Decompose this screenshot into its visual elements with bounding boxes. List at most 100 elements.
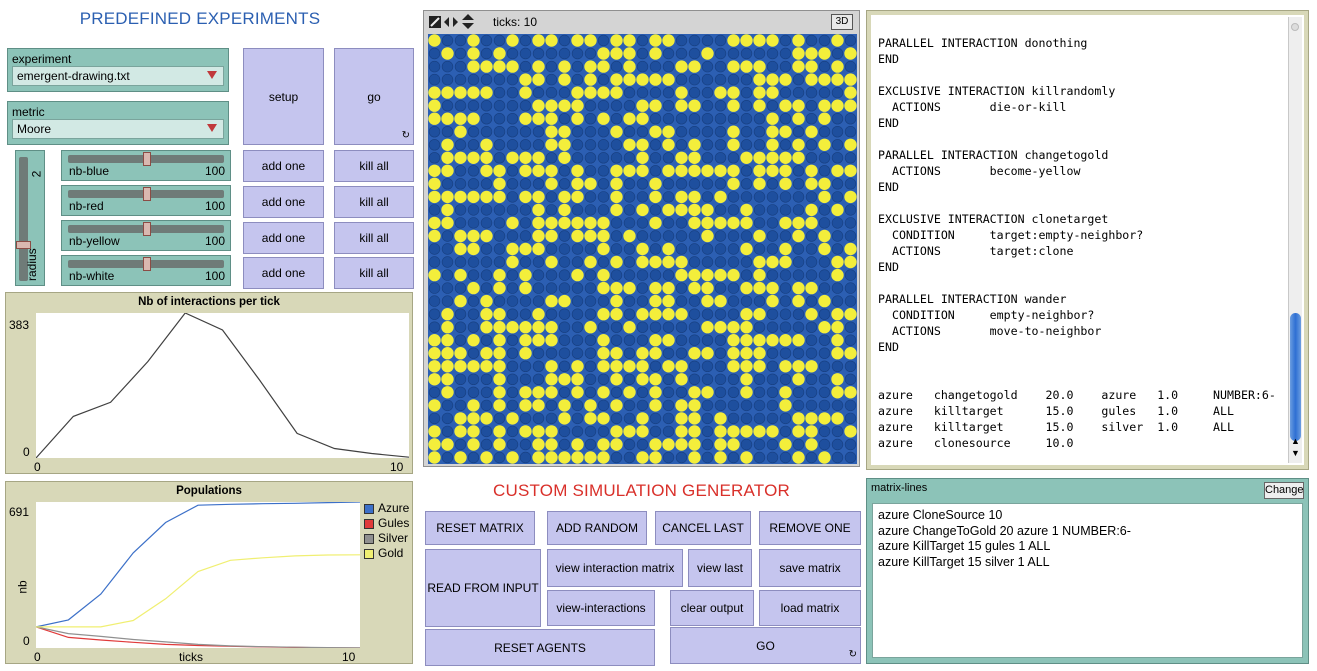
add-one-yellow-button[interactable]: add one <box>243 222 324 254</box>
vertical-arrows-icon[interactable] <box>462 14 474 29</box>
gold-agent <box>597 216 610 230</box>
azure-agent <box>740 191 753 203</box>
view-last-button[interactable]: view last <box>688 549 752 587</box>
gold-agent <box>558 151 571 164</box>
experiment-chooser[interactable]: experiment emergent-drawing.txt <box>7 48 229 92</box>
azure-agent <box>454 308 467 320</box>
gold-agent <box>597 60 610 73</box>
gold-agent <box>675 203 688 217</box>
gold-agent <box>584 177 597 190</box>
slider-nb-blue[interactable]: nb-blue 100 <box>61 150 231 181</box>
azure-agent <box>675 73 688 86</box>
slider-knob[interactable] <box>143 152 151 166</box>
gold-agent <box>623 164 636 177</box>
azure-agent <box>766 373 779 385</box>
add-one-red-button[interactable]: add one <box>243 186 324 218</box>
clear-output-button[interactable]: clear output <box>670 590 754 626</box>
3d-view-button[interactable]: 3D <box>831 14 853 30</box>
gold-agent <box>584 412 597 425</box>
metric-chooser[interactable]: metric Moore <box>7 101 229 145</box>
slider-knob[interactable] <box>143 257 151 271</box>
world-view: ticks: 10 3D <box>423 10 860 467</box>
azure-agent <box>584 191 597 203</box>
change-button[interactable]: Change <box>1264 482 1304 499</box>
gold-agent <box>480 138 493 151</box>
gold-agent <box>649 255 662 269</box>
azure-agent <box>701 438 714 451</box>
azure-agent <box>623 86 636 99</box>
setup-button[interactable]: setup <box>243 48 324 145</box>
gold-agent <box>688 138 701 151</box>
scroll-thumb[interactable] <box>1290 313 1301 441</box>
save-matrix-button[interactable]: save matrix <box>759 549 861 587</box>
gold-agent <box>480 164 493 177</box>
azure-agent <box>610 99 623 112</box>
gold-agent <box>584 451 597 464</box>
azure-agent <box>831 112 844 125</box>
azure-agent <box>714 125 727 138</box>
gold-agent <box>805 164 818 177</box>
gold-agent <box>545 99 558 112</box>
azure-agent <box>662 112 675 125</box>
azure-agent <box>766 412 779 425</box>
scroll-up-arrow-icon[interactable]: ▲ <box>1291 437 1300 446</box>
kill-all-yellow-button[interactable]: kill all <box>334 222 414 254</box>
gold-agent <box>753 60 766 73</box>
go-custom-button[interactable]: GO ↻ <box>670 627 861 664</box>
azure-agent <box>727 295 740 307</box>
kill-all-red-button[interactable]: kill all <box>334 186 414 218</box>
gold-agent <box>662 125 675 138</box>
output-area[interactable]: PARALLEL INTERACTION donothing END EXCLU… <box>871 15 1304 465</box>
view-interactions-button[interactable]: view-interactions <box>547 590 655 626</box>
azure-agent <box>480 125 493 138</box>
metric-chooser-value[interactable]: Moore <box>12 119 224 139</box>
gold-agent <box>467 412 480 425</box>
azure-agent <box>766 399 779 412</box>
kill-all-blue-button[interactable]: kill all <box>334 150 414 182</box>
go-button[interactable]: go ↻ <box>334 48 414 145</box>
slider-nb-red[interactable]: nb-red 100 <box>61 185 231 216</box>
gold-agent <box>493 281 506 295</box>
azure-agent <box>649 112 662 125</box>
azure-agent <box>584 243 597 255</box>
gold-agent <box>441 112 454 125</box>
add-random-button[interactable]: ADD RANDOM <box>547 511 647 545</box>
slider-knob[interactable] <box>143 222 151 236</box>
kill-all-white-button[interactable]: kill all <box>334 257 414 289</box>
azure-agent <box>662 99 675 112</box>
scroll-up-icon[interactable] <box>1291 23 1299 31</box>
azure-agent <box>545 152 558 164</box>
radius-slider-knob[interactable] <box>16 240 31 249</box>
gold-agent <box>480 412 493 425</box>
ticks-counter: ticks: 10 <box>493 15 538 29</box>
azure-agent <box>454 73 467 86</box>
azure-agent <box>727 256 740 268</box>
add-one-blue-button[interactable]: add one <box>243 150 324 182</box>
azure-agent <box>649 425 662 438</box>
reset-matrix-button[interactable]: RESET MATRIX <box>425 511 535 545</box>
view-interaction-matrix-button[interactable]: view interaction matrix <box>547 549 683 587</box>
load-matrix-button[interactable]: load matrix <box>759 590 861 626</box>
gold-agent <box>597 386 610 399</box>
radius-slider[interactable]: radius 2 <box>15 150 45 286</box>
azure-agent <box>545 60 558 73</box>
scroll-down-arrow-icon[interactable]: ▼ <box>1291 449 1300 458</box>
read-from-input-button[interactable]: READ FROM INPUT <box>425 549 541 627</box>
slider-nb-white[interactable]: nb-white 100 <box>61 255 231 286</box>
output-scrollbar[interactable]: ▲ ▼ <box>1288 17 1302 463</box>
zoom-icon[interactable] <box>429 16 441 28</box>
world-grid[interactable] <box>428 34 857 464</box>
azure-agent <box>506 230 519 242</box>
add-one-white-button[interactable]: add one <box>243 257 324 289</box>
slider-knob[interactable] <box>143 187 151 201</box>
horizontal-arrows-icon[interactable] <box>444 16 458 28</box>
remove-one-button[interactable]: REMOVE ONE <box>759 511 861 545</box>
slider-nb-yellow[interactable]: nb-yellow 100 <box>61 220 231 251</box>
matrix-lines-textbox[interactable]: azure CloneSource 10 azure ChangeToGold … <box>872 503 1303 658</box>
reset-agents-button[interactable]: RESET AGENTS <box>425 629 655 666</box>
azure-agent <box>480 425 493 438</box>
cancel-last-button[interactable]: CANCEL LAST <box>655 511 751 545</box>
experiment-chooser-value[interactable]: emergent-drawing.txt <box>12 66 224 86</box>
azure-agent <box>480 34 493 47</box>
azure-agent <box>480 438 493 451</box>
